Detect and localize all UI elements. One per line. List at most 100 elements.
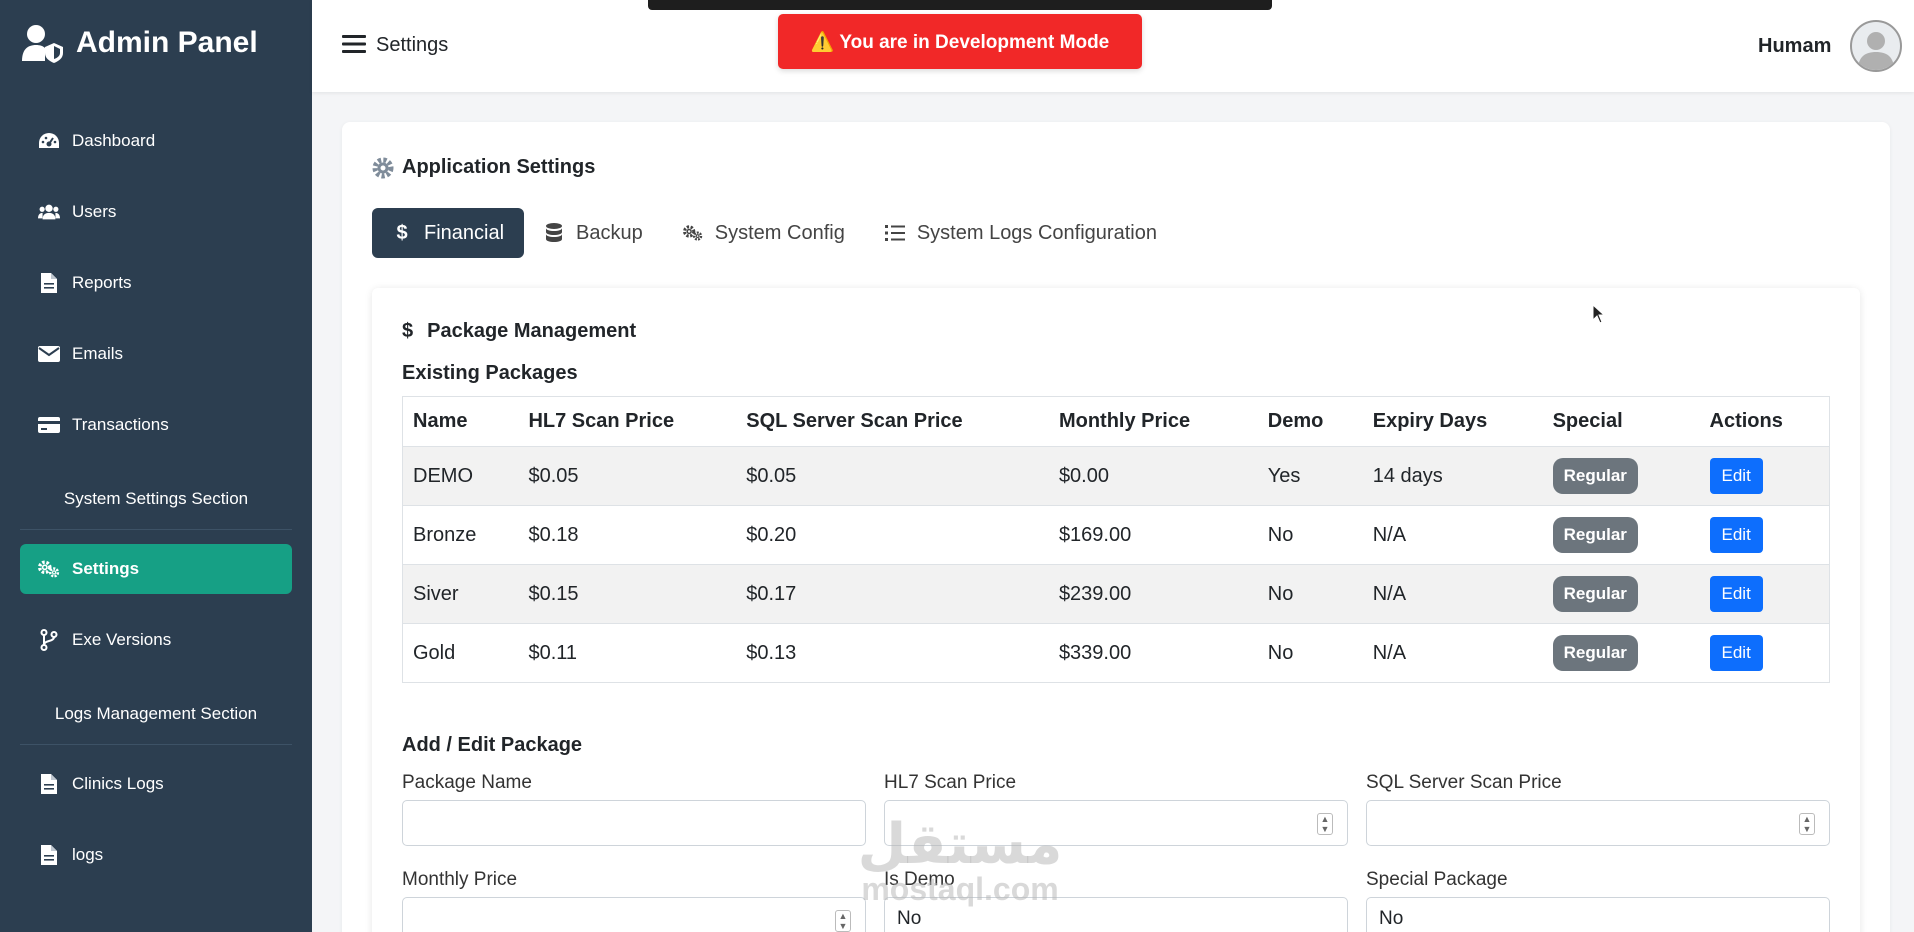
special-badge: Regular: [1552, 458, 1638, 494]
field-label: Monthly Price: [402, 869, 518, 890]
package-management-title: Package Management: [427, 320, 637, 342]
package-name: DEMO: [402, 446, 519, 506]
demo-flag: No: [1257, 564, 1363, 624]
sql-price-field: SQL Server Scan Price ▲ ▼: [1366, 772, 1830, 846]
hl7-price-field: HL7 Scan Price ▲ ▼: [884, 772, 1348, 846]
demo-flag: Yes: [1257, 446, 1363, 506]
user-shield-icon: [22, 25, 63, 63]
demo-flag: No: [1257, 505, 1363, 565]
sql-price: $0.13: [736, 623, 1049, 683]
sql-price: $0.05: [736, 446, 1049, 506]
section-title: $ Package Management: [402, 320, 636, 343]
edit-button[interactable]: Edit: [1709, 576, 1763, 612]
table-row: DEMO $0.05 $0.05 $0.00 Yes 14 days Regul…: [402, 446, 1830, 506]
package-name: Bronze: [402, 505, 519, 565]
field-label: Special Package: [1366, 869, 1508, 890]
sidebar-item-label: Reports: [72, 273, 132, 292]
package-name: Siver: [402, 564, 519, 624]
sidebar-item-label: Transactions: [72, 415, 169, 434]
sidebar-item-label: Settings: [72, 559, 140, 578]
column-header: Name: [402, 396, 519, 447]
add-edit-package-title: Add / Edit Package: [402, 734, 583, 756]
gears-icon: [682, 223, 703, 243]
sidebar-item-users[interactable]: Users: [20, 187, 292, 237]
hl7-price: $0.15: [518, 564, 737, 624]
credit-card-icon: [38, 414, 60, 436]
packages-table: Name HL7 Scan Price SQL Server Scan Pric…: [402, 396, 1830, 683]
page-title: Settings: [376, 34, 449, 56]
sidebar-nav: Dashboard Users Reports Emails Transacti…: [0, 116, 312, 880]
number-stepper-icon[interactable]: ▲ ▼: [835, 910, 851, 932]
is-demo-field: Is Demo No: [884, 869, 1348, 932]
sidebar: Admin Panel Dashboard Users Reports Emai…: [0, 0, 312, 932]
field-label: Package Name: [402, 772, 532, 793]
sidebar-item-settings[interactable]: Settings: [20, 544, 292, 594]
sidebar-item-dashboard[interactable]: Dashboard: [20, 116, 292, 166]
column-header: Expiry Days: [1362, 396, 1543, 447]
number-stepper-icon[interactable]: ▲ ▼: [1799, 813, 1815, 835]
special-badge: Regular: [1552, 517, 1638, 553]
sidebar-item-exe-versions[interactable]: Exe Versions: [20, 615, 292, 665]
list-icon: [884, 223, 905, 243]
expiry-days: N/A: [1362, 623, 1543, 683]
file-icon: [38, 844, 60, 866]
sidebar-item-logs[interactable]: logs: [20, 830, 292, 880]
sidebar-item-emails[interactable]: Emails: [20, 329, 292, 379]
sql-price-input[interactable]: ▲ ▼: [1366, 800, 1830, 846]
sidebar-item-clinics-logs[interactable]: Clinics Logs: [20, 759, 292, 809]
existing-packages-title: Existing Packages: [402, 362, 578, 384]
column-header: SQL Server Scan Price: [736, 396, 1049, 447]
tab-system-logs-configuration[interactable]: System Logs Configuration: [865, 208, 1177, 258]
gears-icon: [38, 558, 60, 580]
is-demo-select[interactable]: No: [884, 897, 1348, 932]
sql-price: $0.17: [736, 564, 1049, 624]
monthly-price-input[interactable]: ▲ ▼: [402, 897, 866, 932]
settings-tabs: $ Financial Backup System Config System …: [372, 208, 1177, 258]
special-badge: Regular: [1552, 635, 1638, 671]
dollar-icon: $: [402, 320, 414, 342]
sidebar-item-label: Clinics Logs: [72, 774, 164, 793]
table-row: Siver $0.15 $0.17 $239.00 No N/A Regular…: [402, 564, 1830, 624]
dashboard-icon: [38, 130, 60, 152]
monthly-price: $169.00: [1048, 505, 1258, 565]
tab-financial[interactable]: $ Financial: [372, 208, 525, 258]
sidebar-item-transactions[interactable]: Transactions: [20, 400, 292, 450]
field-label: HL7 Scan Price: [884, 772, 1017, 793]
tab-label: Backup: [576, 221, 643, 244]
user-avatar-icon: [1858, 32, 1894, 70]
database-icon: [544, 223, 564, 243]
edit-button[interactable]: Edit: [1709, 458, 1763, 494]
number-stepper-icon[interactable]: ▲ ▼: [1317, 813, 1333, 835]
tab-system-config[interactable]: System Config: [663, 208, 865, 258]
top-bar: Settings ⚠️ You are in Development Mode …: [312, 0, 1914, 92]
special-package-select[interactable]: No: [1366, 897, 1830, 932]
hl7-price-input[interactable]: ▲ ▼: [884, 800, 1348, 846]
edit-button[interactable]: Edit: [1709, 517, 1763, 553]
field-label: Is Demo: [884, 869, 955, 890]
edit-button[interactable]: Edit: [1709, 635, 1763, 671]
code-branch-icon: [38, 629, 60, 651]
column-header: Monthly Price: [1048, 396, 1258, 447]
package-name: Gold: [402, 623, 519, 683]
column-header: Demo: [1257, 396, 1363, 447]
sidebar-item-reports[interactable]: Reports: [20, 258, 292, 308]
avatar[interactable]: [1850, 20, 1902, 72]
table-row: Gold $0.11 $0.13 $339.00 No N/A Regular …: [402, 623, 1830, 683]
special-badge: Regular: [1552, 576, 1638, 612]
user-name[interactable]: Humam: [1758, 35, 1831, 58]
sidebar-item-label: Users: [72, 202, 117, 221]
hamburger-menu-icon[interactable]: [342, 34, 366, 54]
tab-label: Financial: [424, 221, 505, 244]
field-label: SQL Server Scan Price: [1366, 772, 1562, 793]
overlay-strip: [648, 0, 1272, 10]
users-icon: [38, 201, 60, 223]
tab-backup[interactable]: Backup: [524, 208, 663, 258]
brand[interactable]: Admin Panel: [0, 0, 312, 86]
monthly-price: $339.00: [1048, 623, 1258, 683]
monthly-price-field: Monthly Price ▲ ▼: [402, 869, 866, 932]
sidebar-item-label: Emails: [72, 344, 124, 363]
section-heading-logs: Logs Management Section: [20, 686, 292, 745]
package-name-input[interactable]: [402, 800, 866, 846]
file-icon: [38, 773, 60, 795]
brand-title: Admin Panel: [76, 26, 258, 59]
